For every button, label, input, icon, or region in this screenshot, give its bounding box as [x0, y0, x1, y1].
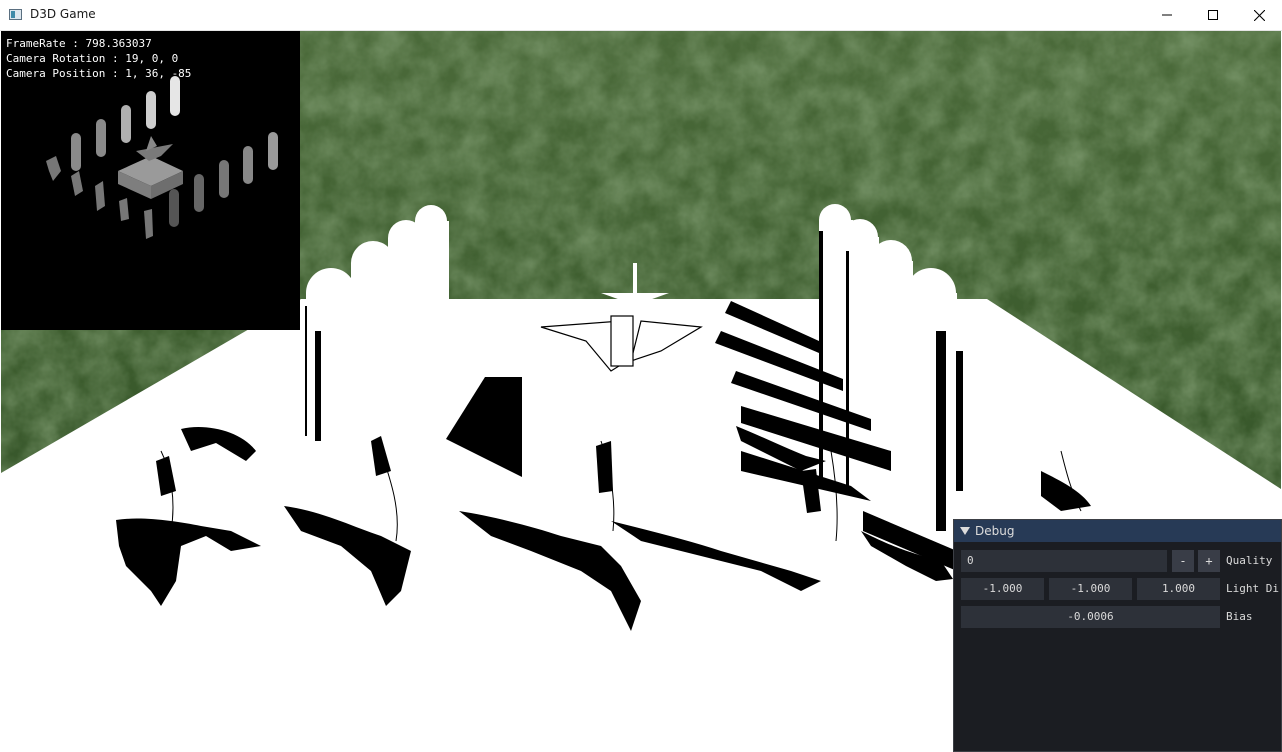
- minimize-button[interactable]: [1144, 0, 1190, 30]
- framerate-text: FrameRate : 798.363037: [6, 37, 152, 50]
- close-icon: [1253, 9, 1265, 21]
- title-bar: D3D Game: [0, 0, 1282, 31]
- app-icon: [9, 9, 22, 20]
- debug-panel: Debug 0 - + Quality -1.000 -1.000 1.000 …: [953, 519, 1282, 752]
- bias-label: Bias: [1226, 610, 1253, 623]
- camera-position-text: Camera Position : 1, 36, -85: [6, 67, 192, 80]
- minimize-icon: [1162, 14, 1172, 16]
- maximize-button[interactable]: [1190, 0, 1236, 30]
- window-title: D3D Game: [30, 7, 96, 21]
- light-dir-x-input[interactable]: -1.000: [961, 578, 1044, 600]
- debug-title: Debug: [975, 524, 1015, 538]
- light-dir-label: Light Di: [1226, 582, 1279, 595]
- close-button[interactable]: [1236, 0, 1282, 30]
- quality-label: Quality: [1226, 554, 1273, 567]
- collapse-arrow-icon[interactable]: [960, 527, 970, 535]
- light-dir-y-input[interactable]: -1.000: [1049, 578, 1132, 600]
- shadow-map-preview: FrameRate : 798.363037 Camera Rotation :…: [1, 31, 300, 330]
- bias-slider[interactable]: -0.0006: [961, 606, 1220, 628]
- quality-plus-button[interactable]: +: [1198, 550, 1220, 572]
- camera-rotation-text: Camera Rotation : 19, 0, 0: [6, 52, 179, 65]
- light-dir-z-input[interactable]: 1.000: [1137, 578, 1220, 600]
- debug-title-bar[interactable]: Debug: [954, 520, 1281, 542]
- quality-minus-button[interactable]: -: [1172, 550, 1194, 572]
- quality-input[interactable]: 0: [961, 550, 1167, 572]
- maximize-icon: [1208, 10, 1218, 20]
